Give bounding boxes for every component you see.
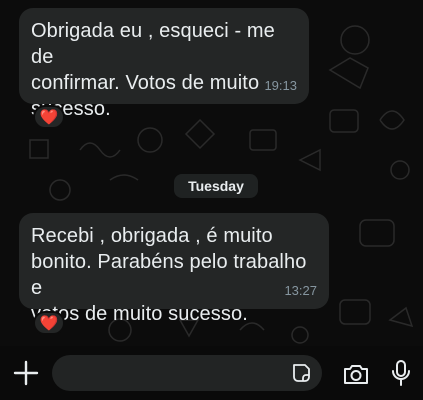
- reaction-badge[interactable]: ❤️: [33, 311, 65, 335]
- mic-icon[interactable]: [391, 359, 411, 387]
- date-separator: Tuesday: [174, 174, 258, 198]
- camera-icon[interactable]: [342, 362, 370, 386]
- plus-icon[interactable]: [12, 359, 40, 387]
- message-input[interactable]: [66, 355, 280, 393]
- chat-screen: Obrigada eu , esqueci - me de confirmar.…: [0, 0, 423, 400]
- message-bubble[interactable]: Obrigada eu , esqueci - me de confirmar.…: [19, 8, 309, 120]
- message-timestamp: 19:13: [264, 78, 297, 93]
- message-text: Obrigada eu , esqueci - me de confirmar.…: [31, 20, 275, 120]
- message-text: Recebi , obrigada , é muito bonito. Para…: [31, 225, 307, 325]
- message-timestamp: 13:27: [284, 283, 317, 298]
- reaction-badge[interactable]: ❤️: [33, 105, 65, 129]
- message-input-box[interactable]: [52, 355, 322, 393]
- message-bubble[interactable]: Recebi , obrigada , é muito bonito. Para…: [19, 213, 329, 325]
- composer-bar: [0, 346, 423, 400]
- heart-reaction-icon: ❤️: [39, 315, 59, 332]
- heart-reaction-icon: ❤️: [39, 109, 59, 126]
- sticker-icon[interactable]: [290, 362, 312, 384]
